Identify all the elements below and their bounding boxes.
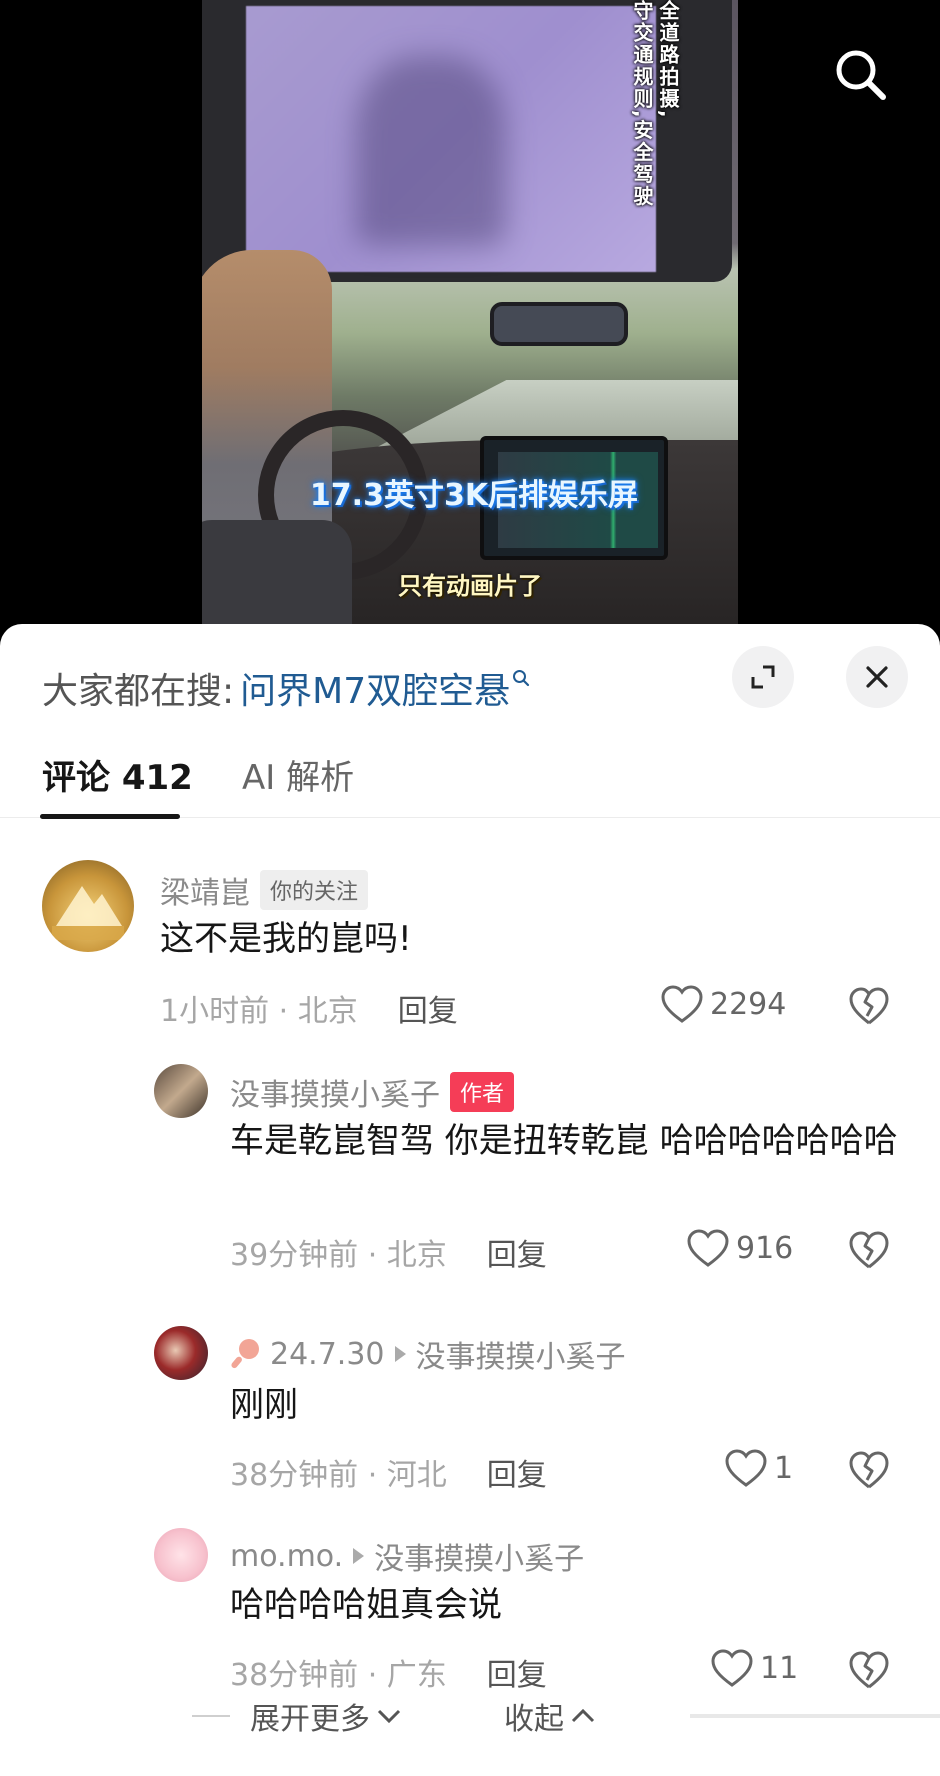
reply-to-arrow-icon bbox=[353, 1548, 365, 1564]
reply-button[interactable]: 回复 bbox=[487, 1450, 547, 1494]
tab-comments[interactable]: 评论 412 bbox=[42, 746, 193, 818]
like-count: 1 bbox=[774, 1450, 794, 1486]
username[interactable]: mo.mo. bbox=[230, 1539, 343, 1574]
like-count: 2294 bbox=[710, 986, 787, 1022]
time-location: 38分钟前 · 河北 bbox=[230, 1458, 447, 1493]
search-icon bbox=[513, 670, 530, 687]
expand-more-button[interactable]: 展开更多 bbox=[250, 1694, 402, 1738]
comment-header: 梁靖崑 你的关注 bbox=[160, 868, 369, 912]
reply-header: 24.7.30 没事摸摸小奚子 bbox=[230, 1332, 626, 1376]
vertical-caption-col2: 守交通规则,安全驾驶 bbox=[630, 0, 654, 208]
comment-panel: 大家都在搜: 问界M7双腔空悬 评论 412 AI 解析 梁靖崑 你的关注 这不… bbox=[0, 624, 940, 1776]
reply-item: mo.mo. 没事摸摸小奚子 哈哈哈哈姐真会说 38分钟前 · 广东 回复 11 bbox=[0, 1528, 940, 1693]
expand-more-label: 展开更多 bbox=[250, 1702, 370, 1737]
username[interactable]: 梁靖崑 bbox=[160, 868, 250, 912]
ping-pong-icon bbox=[231, 1339, 259, 1369]
video-caption-yellow: 只有动画片了 bbox=[398, 572, 542, 600]
reply-text: 车是乾崑智驾 你是扭转乾崑 哈哈哈哈哈哈哈 bbox=[230, 1121, 898, 1161]
reply-to-username[interactable]: 没事摸摸小奚子 bbox=[374, 1534, 584, 1578]
reply-item: 24.7.30 没事摸摸小奚子 刚刚 38分钟前 · 河北 回复 1 bbox=[0, 1326, 940, 1493]
close-button[interactable] bbox=[846, 646, 908, 708]
seat bbox=[202, 520, 352, 640]
reply-meta: 39分钟前 · 北京 回复 bbox=[230, 1230, 547, 1274]
heart-icon bbox=[725, 1449, 767, 1487]
username[interactable]: 没事摸摸小奚子 bbox=[230, 1070, 440, 1114]
chevron-up-icon bbox=[571, 1708, 595, 1723]
reply-to-username[interactable]: 没事摸摸小奚子 bbox=[416, 1332, 626, 1376]
hot-search-label: 大家都在搜: bbox=[42, 671, 235, 712]
reply-meta: 38分钟前 · 河北 回复 bbox=[230, 1450, 547, 1494]
tab-ai-analysis[interactable]: AI 解析 bbox=[242, 746, 354, 818]
time-location: 39分钟前 · 北京 bbox=[230, 1238, 447, 1273]
hot-search-term[interactable]: 问界M7双腔空悬 bbox=[240, 662, 510, 714]
reply-button[interactable]: 回复 bbox=[487, 1230, 547, 1274]
reply-header: 没事摸摸小奚子 作者 bbox=[230, 1070, 515, 1114]
like-button[interactable]: 1 bbox=[724, 1448, 793, 1488]
author-badge: 作者 bbox=[450, 1072, 515, 1112]
chevron-down-icon bbox=[377, 1709, 401, 1724]
close-icon bbox=[866, 666, 888, 688]
divider-line bbox=[690, 1714, 940, 1718]
collapse-button[interactable]: 收起 bbox=[504, 1694, 596, 1738]
comment-text: 这不是我的崑吗! bbox=[160, 919, 412, 959]
reply-item: 没事摸摸小奚子 作者 车是乾崑智驾 你是扭转乾崑 哈哈哈哈哈哈哈 39分钟前 ·… bbox=[0, 1064, 940, 1284]
time-location: 1小时前 · 北京 bbox=[160, 994, 358, 1029]
divider-line bbox=[192, 1715, 230, 1717]
expand-collapse-row: 展开更多 收起 bbox=[0, 1680, 940, 1750]
expand-icon bbox=[751, 665, 775, 689]
tab-active-indicator bbox=[40, 814, 180, 819]
video-caption-blue: 17.3英寸3K后排娱乐屏 bbox=[309, 478, 639, 513]
vertical-caption-col1: 全道路拍摄, bbox=[656, 0, 680, 120]
rearview-mirror bbox=[490, 302, 628, 346]
collapse-label: 收起 bbox=[504, 1702, 564, 1737]
avatar[interactable] bbox=[42, 860, 134, 952]
broken-heart-icon[interactable] bbox=[848, 1230, 890, 1270]
follow-badge: 你的关注 bbox=[260, 870, 369, 910]
avatar[interactable] bbox=[154, 1064, 208, 1118]
reply-button[interactable]: 回复 bbox=[398, 986, 458, 1030]
comment-tabs: 评论 412 AI 解析 bbox=[0, 746, 940, 819]
mountain-icon bbox=[52, 886, 124, 940]
avatar[interactable] bbox=[154, 1326, 208, 1380]
heart-icon bbox=[661, 985, 703, 1023]
comment-meta: 1小时前 · 北京 回复 bbox=[160, 986, 458, 1030]
like-count: 916 bbox=[736, 1230, 794, 1266]
like-button[interactable]: 2294 bbox=[660, 984, 786, 1024]
expand-button[interactable] bbox=[732, 646, 794, 708]
reply-to-arrow-icon bbox=[394, 1346, 406, 1362]
reply-text: 刚刚 bbox=[230, 1385, 298, 1425]
video-search-button[interactable] bbox=[826, 40, 896, 110]
search-icon bbox=[836, 50, 886, 100]
comment-item: 梁靖崑 你的关注 这不是我的崑吗! 1小时前 · 北京 回复 2294 bbox=[0, 860, 940, 1029]
broken-heart-icon[interactable] bbox=[848, 1450, 890, 1490]
reply-header: mo.mo. 没事摸摸小奚子 bbox=[230, 1534, 584, 1578]
reply-text: 哈哈哈哈姐真会说 bbox=[230, 1585, 502, 1625]
rear-entertainment-screen bbox=[246, 6, 656, 272]
heart-icon bbox=[687, 1229, 729, 1267]
broken-heart-icon[interactable] bbox=[848, 986, 890, 1026]
vertical-caption: 全道路拍摄, 守交通规则,安全驾驶 bbox=[630, 0, 680, 208]
hot-search-row: 大家都在搜: 问界M7双腔空悬 bbox=[42, 660, 530, 716]
like-button[interactable]: 916 bbox=[686, 1228, 793, 1268]
username[interactable]: 24.7.30 bbox=[270, 1337, 385, 1372]
avatar[interactable] bbox=[154, 1528, 208, 1582]
video-player[interactable]: 全道路拍摄, 守交通规则,安全驾驶 17.3英寸3K后排娱乐屏 只有动画片了 bbox=[0, 0, 940, 640]
